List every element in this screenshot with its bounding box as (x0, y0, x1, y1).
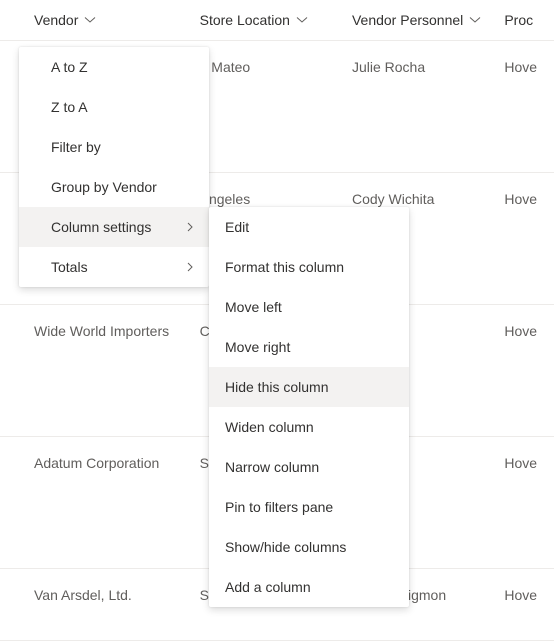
cell-product: Hove (496, 173, 554, 304)
chevron-down-icon (296, 14, 308, 26)
column-context-menu: A to Z Z to A Filter by Group by Vendor … (19, 47, 209, 287)
chevron-right-icon (185, 259, 195, 275)
submenu-item-move-right[interactable]: Move right (209, 327, 409, 367)
cell-vendor: Adatum Corporation (0, 437, 192, 568)
submenu-item-label: Add a column (225, 579, 311, 595)
cell-vendor: Van Arsdel, Ltd. (0, 569, 192, 640)
submenu-item-format[interactable]: Format this column (209, 247, 409, 287)
column-header-product[interactable]: Proc (496, 0, 554, 40)
submenu-item-hide-column[interactable]: Hide this column (209, 367, 409, 407)
cell-store-location: n Mateo (192, 41, 344, 172)
column-header-row: Vendor Store Location Vendor Personnel P… (0, 0, 554, 41)
submenu-item-widen[interactable]: Widen column (209, 407, 409, 447)
menu-item-label: Z to A (51, 99, 88, 115)
submenu-item-label: Edit (225, 219, 249, 235)
chevron-down-icon (469, 14, 481, 26)
cell-product: Hove (496, 41, 554, 172)
column-header-label: Vendor Personnel (352, 12, 463, 28)
submenu-item-label: Move left (225, 299, 282, 315)
menu-item-label: Filter by (51, 139, 101, 155)
menu-item-label: Totals (51, 259, 88, 275)
submenu-item-label: Show/hide columns (225, 539, 346, 555)
menu-item-column-settings[interactable]: Column settings (19, 207, 209, 247)
submenu-item-label: Format this column (225, 259, 344, 275)
column-header-label: Proc (504, 12, 533, 28)
cell-product: Hove (496, 569, 554, 640)
menu-item-label: Group by Vendor (51, 179, 157, 195)
menu-item-label: Column settings (51, 219, 151, 235)
column-header-label: Store Location (200, 12, 290, 28)
column-settings-submenu: Edit Format this column Move left Move r… (209, 207, 409, 607)
submenu-item-add-column[interactable]: Add a column (209, 567, 409, 607)
column-header-label: Vendor (34, 12, 78, 28)
column-header-vendor-personnel[interactable]: Vendor Personnel (344, 0, 496, 40)
cell-product: Hove (496, 437, 554, 568)
submenu-item-label: Pin to filters pane (225, 499, 333, 515)
submenu-item-label: Hide this column (225, 379, 329, 395)
submenu-item-label: Move right (225, 339, 290, 355)
submenu-item-pin[interactable]: Pin to filters pane (209, 487, 409, 527)
submenu-item-move-left[interactable]: Move left (209, 287, 409, 327)
submenu-item-label: Widen column (225, 419, 314, 435)
chevron-right-icon (185, 219, 195, 235)
column-header-vendor[interactable]: Vendor (0, 0, 192, 40)
cell-product: Hove (496, 305, 554, 436)
menu-item-a-to-z[interactable]: A to Z (19, 47, 209, 87)
menu-item-label: A to Z (51, 59, 88, 75)
submenu-item-narrow[interactable]: Narrow column (209, 447, 409, 487)
submenu-item-edit[interactable]: Edit (209, 207, 409, 247)
menu-item-group-by[interactable]: Group by Vendor (19, 167, 209, 207)
menu-item-z-to-a[interactable]: Z to A (19, 87, 209, 127)
submenu-item-label: Narrow column (225, 459, 319, 475)
submenu-item-show-hide[interactable]: Show/hide columns (209, 527, 409, 567)
column-header-store-location[interactable]: Store Location (192, 0, 344, 40)
chevron-down-icon (84, 14, 96, 26)
cell-vendor-personnel: Julie Rocha (344, 41, 496, 172)
cell-vendor: Wide World Importers (0, 305, 192, 436)
menu-item-totals[interactable]: Totals (19, 247, 209, 287)
menu-item-filter-by[interactable]: Filter by (19, 127, 209, 167)
